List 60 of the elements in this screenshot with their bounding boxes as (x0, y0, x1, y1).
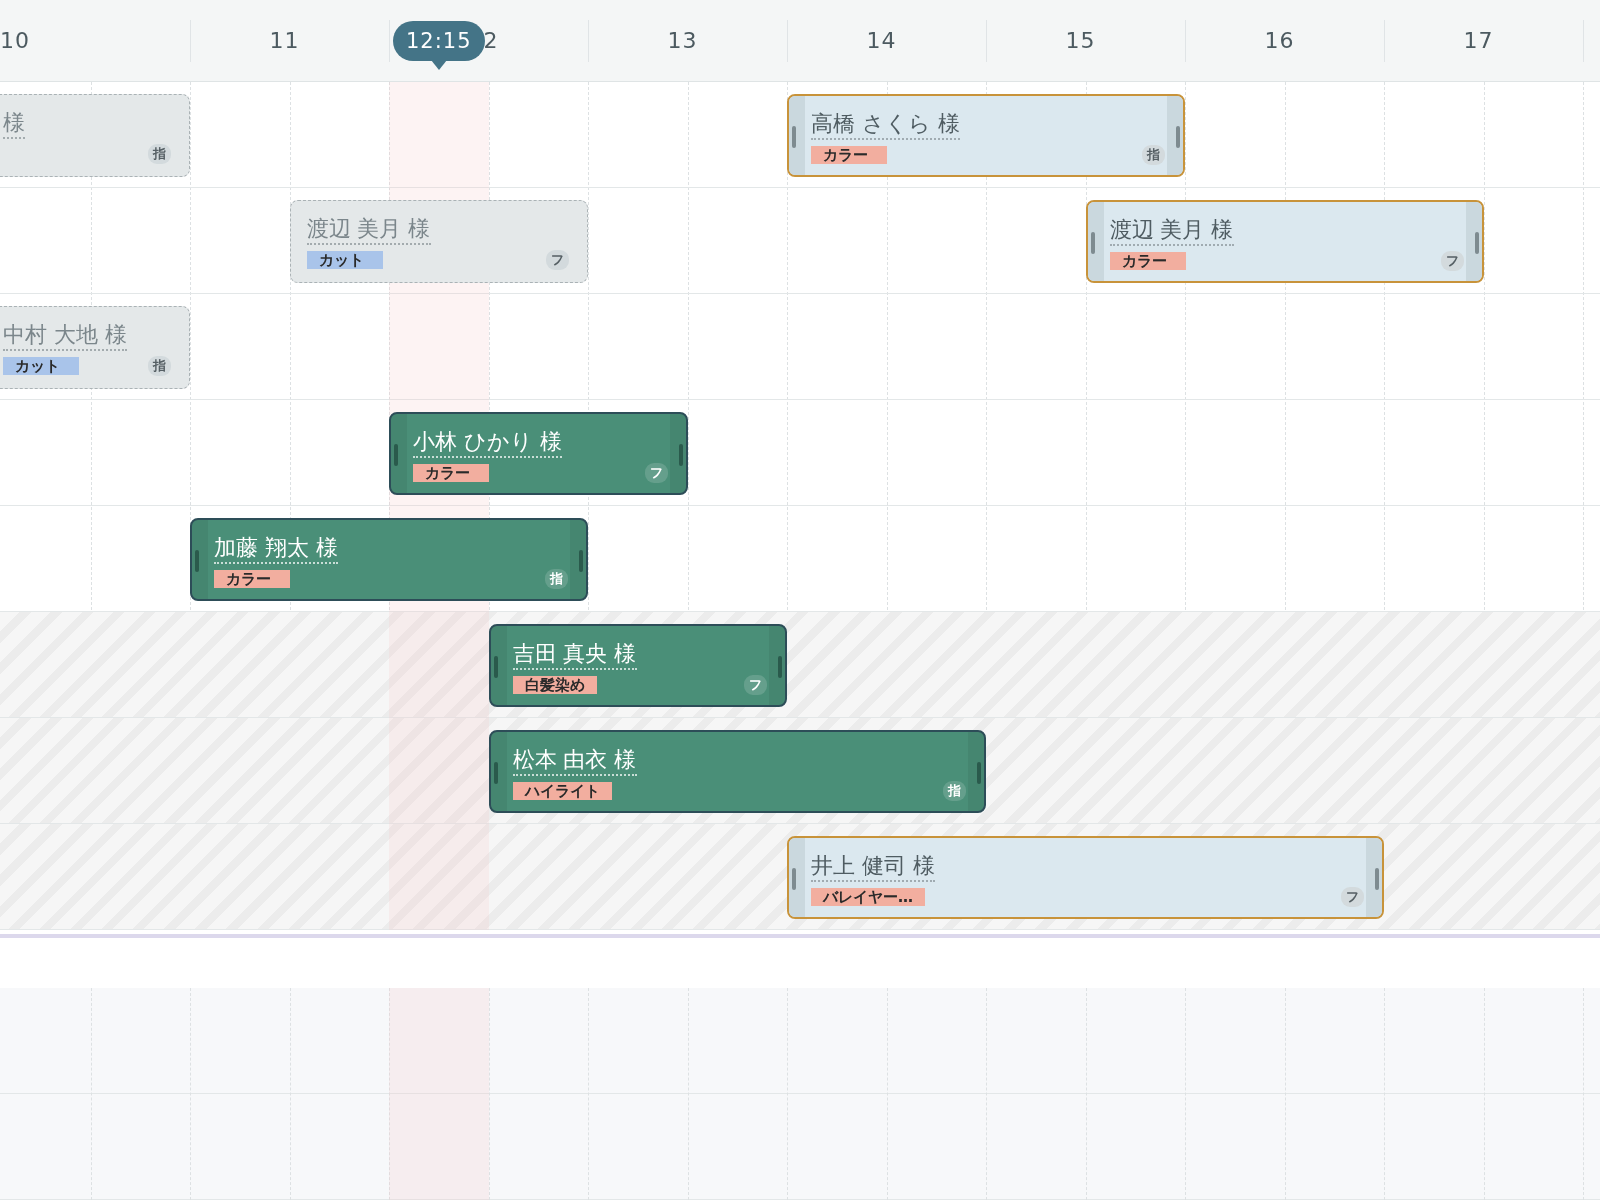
staff-badge: フ (1341, 887, 1364, 907)
hour-label: 16 (1263, 28, 1295, 53)
staff-badge: 指 (545, 569, 568, 589)
resize-handle[interactable] (1375, 868, 1379, 890)
staff-badge: 指 (148, 144, 171, 164)
staff-badge: フ (546, 250, 569, 270)
service-tag: カラー (214, 570, 290, 588)
resize-handle[interactable] (792, 126, 796, 148)
customer-name: 様 (3, 109, 25, 139)
resize-handle[interactable] (1090, 232, 1095, 254)
appointment-block[interactable]: 松本 由衣 様 ハイライト 指 (488, 730, 986, 813)
appointment-block[interactable]: 井上 健司 様 バレイヤー… フ (787, 836, 1384, 919)
service-tag: カラー (811, 146, 887, 164)
resize-handle[interactable] (1474, 232, 1479, 254)
resize-handle[interactable] (792, 868, 796, 890)
customer-name: 渡辺 美月 様 (1109, 216, 1234, 246)
service-tag: カラー (413, 464, 489, 482)
hour-label: 14 (865, 28, 897, 53)
customer-name: 松本 由衣 様 (512, 746, 637, 776)
staff-badge: 指 (1142, 145, 1165, 165)
resize-handle[interactable] (977, 762, 981, 784)
hour-label: 10 (0, 28, 30, 53)
resize-handle[interactable] (678, 444, 683, 466)
resize-handle[interactable] (195, 550, 199, 572)
service-tag: ハイライト (512, 782, 612, 800)
staff-badge: 指 (943, 781, 966, 801)
customer-name: 吉田 真央 様 (512, 640, 637, 670)
service-tag: カラー (1109, 252, 1186, 270)
appointment-block[interactable]: 渡辺 美月 様 カラー フ (1085, 200, 1484, 283)
staff-badge: フ (644, 463, 668, 483)
appointment-block[interactable]: 高橋 さくら 様 カラー 指 (787, 94, 1185, 177)
appointment-block[interactable]: 小林 ひかり 様 カラー フ (389, 412, 688, 495)
appointment-block[interactable]: 吉田 真央 様 白髪染め フ (488, 624, 787, 707)
appointment-block[interactable]: 渡辺 美月 様 カット フ (289, 200, 588, 283)
service-tag: バレイヤー… (811, 888, 925, 906)
hour-label: 15 (1064, 28, 1096, 53)
resize-handle[interactable] (493, 762, 498, 784)
staff-badge: 指 (148, 356, 171, 376)
resize-handle[interactable] (394, 444, 398, 466)
customer-name: 高橋 さくら 様 (811, 110, 960, 140)
resize-handle[interactable] (778, 656, 782, 678)
resize-handle[interactable] (1176, 126, 1180, 148)
customer-name: 中村 大地 様 (3, 321, 127, 351)
service-tag: カット (3, 357, 79, 375)
hour-label: 17 (1462, 28, 1494, 53)
hour-label: 13 (666, 28, 698, 53)
service-tag: 白髪染め (512, 676, 597, 694)
appointment-block[interactable]: 加藤 翔太 様 カラー 指 (190, 518, 588, 601)
staff-badge: フ (744, 675, 767, 695)
service-tag: カット (306, 251, 383, 269)
hour-label: 11 (268, 28, 300, 53)
customer-name: 加藤 翔太 様 (214, 534, 338, 564)
customer-name: 小林 ひかり 様 (413, 428, 562, 458)
resize-handle[interactable] (579, 550, 583, 572)
staff-badge: フ (1440, 251, 1464, 271)
customer-name: 井上 健司 様 (811, 852, 935, 882)
customer-name: 渡辺 美月 様 (306, 215, 431, 245)
resize-handle[interactable] (493, 656, 498, 678)
appointment-block[interactable]: 様 指 (0, 94, 190, 177)
appointment-block[interactable]: 中村 大地 様 カット 指 (0, 306, 190, 389)
